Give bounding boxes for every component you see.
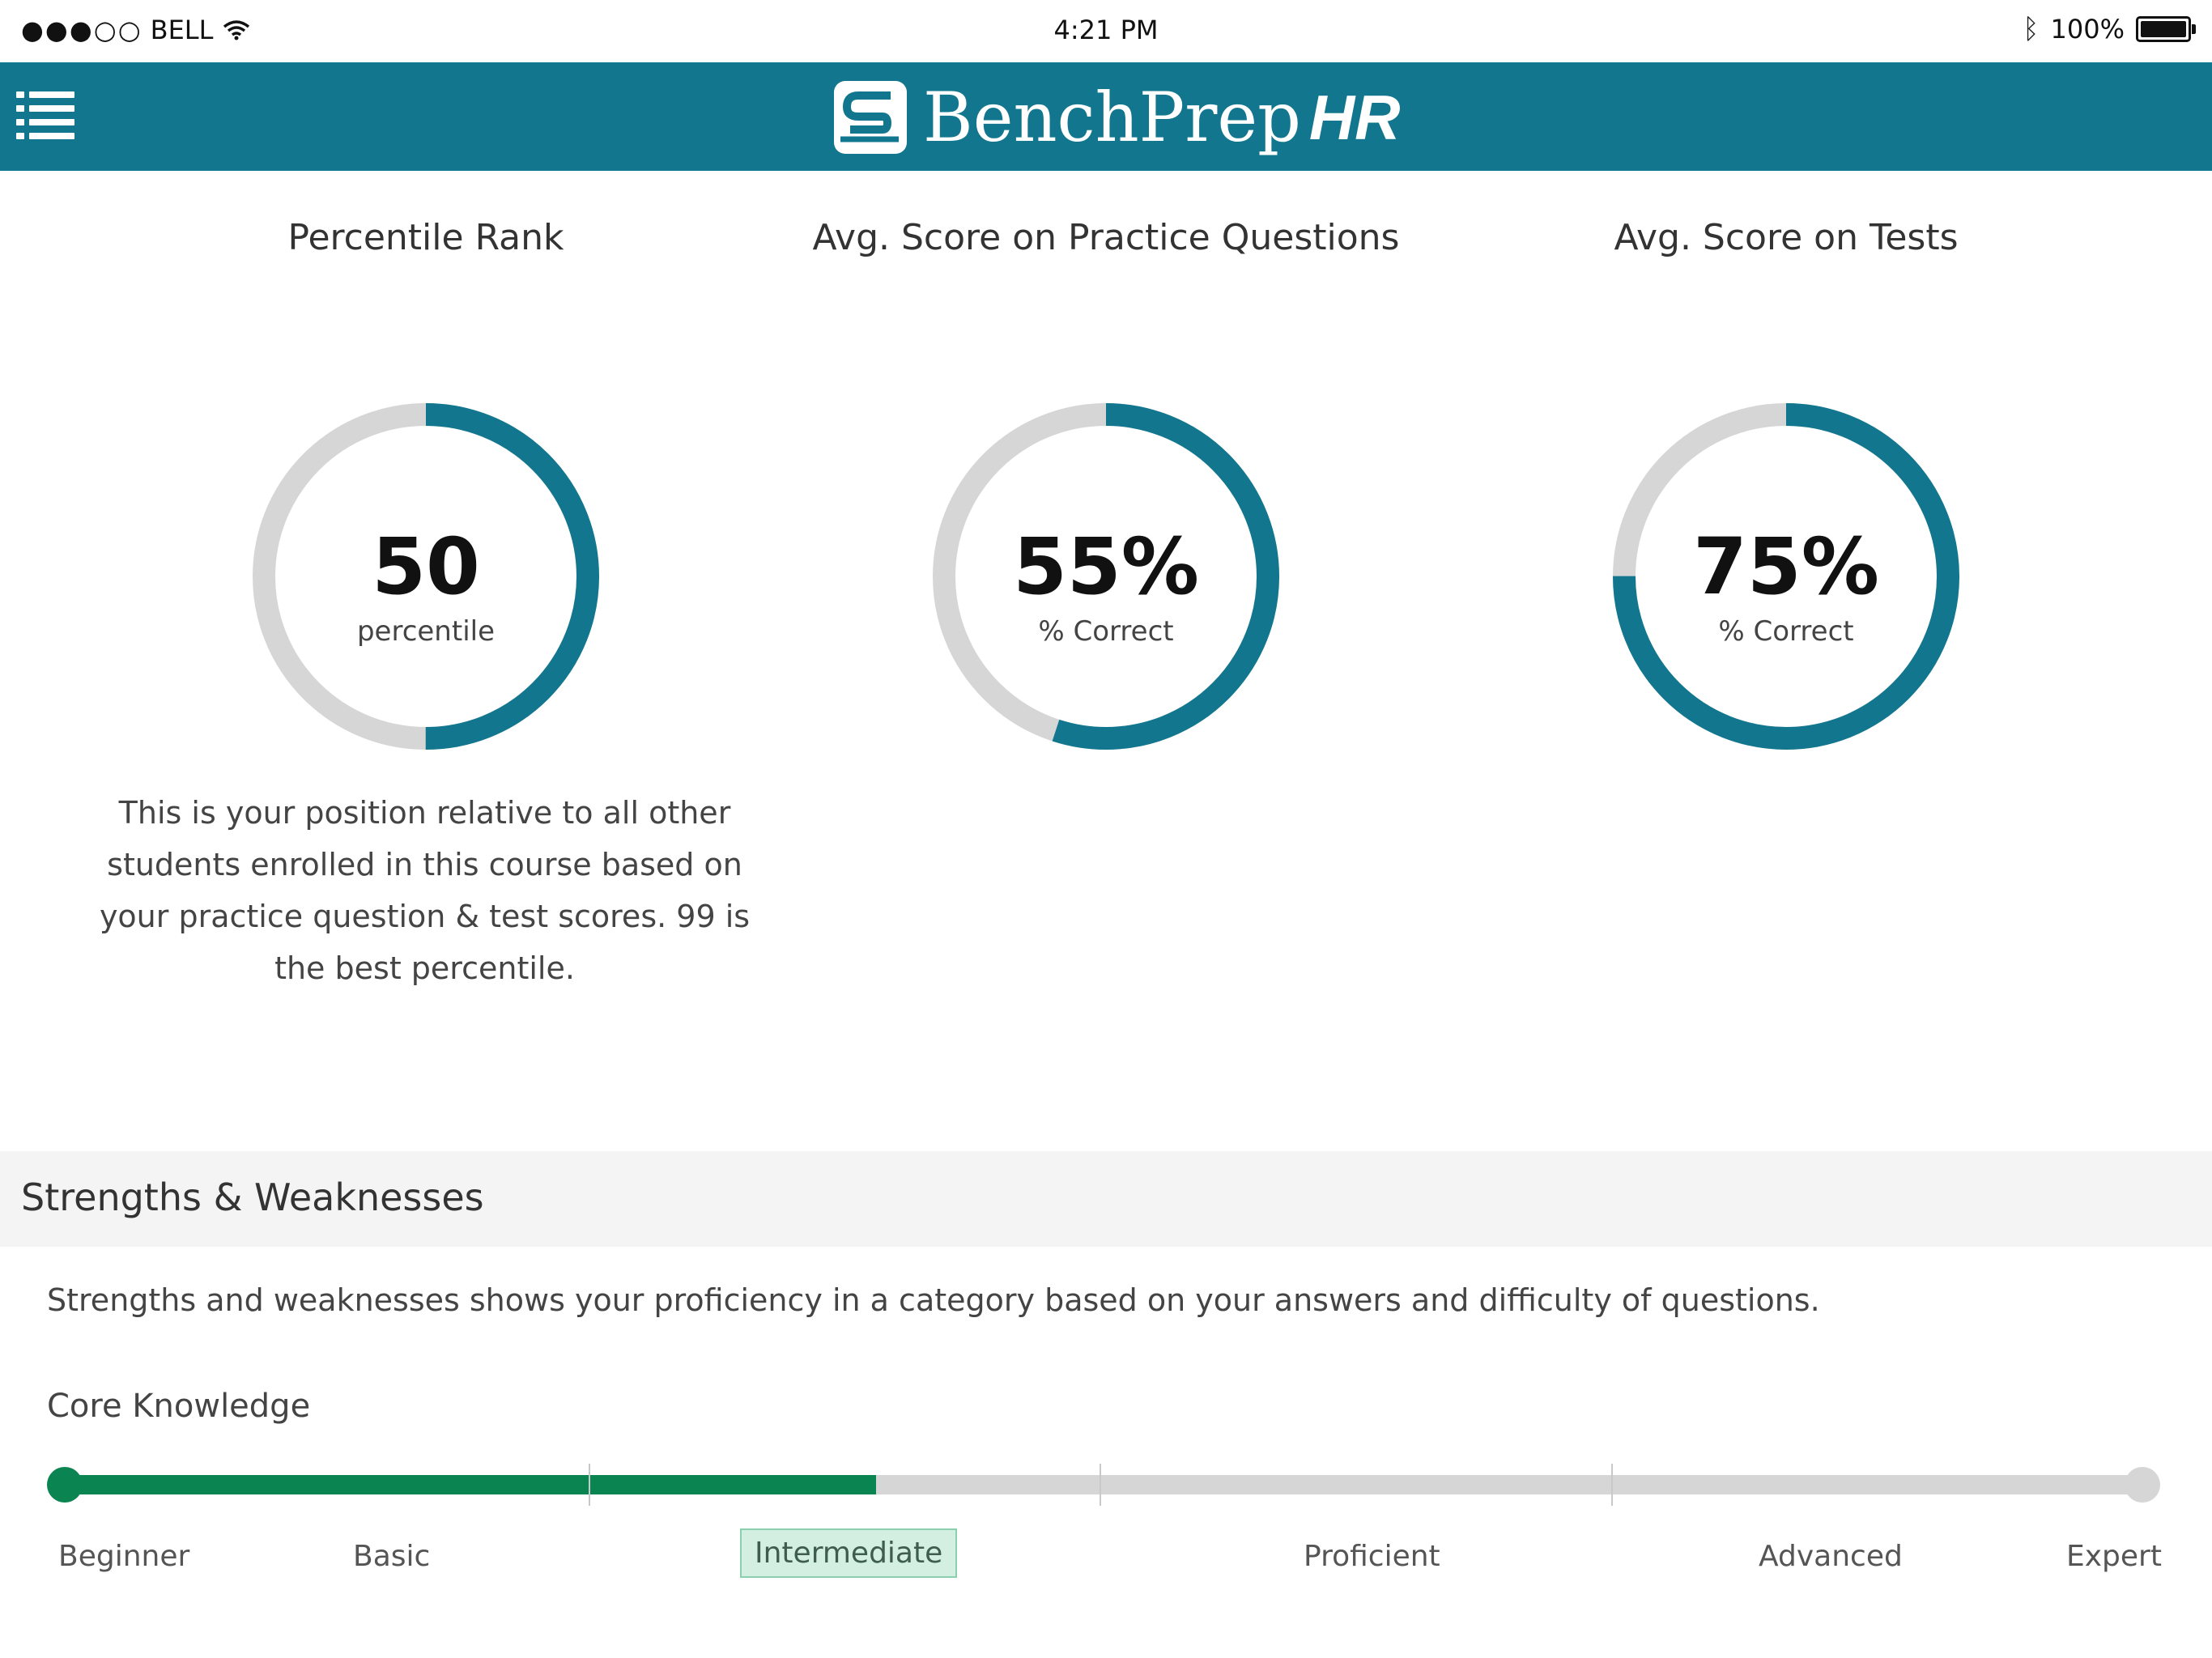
strengths-weaknesses-header: Strengths & Weaknesses [0,1151,2212,1247]
level-intermediate-badge: Intermediate [740,1528,958,1578]
metric-ring-wrap-1: 50 percentile [62,217,790,784]
level-proficient: Proficient [1304,1540,1440,1573]
status-time: 4:21 PM [1053,15,1159,45]
metric-value: 50 [372,521,480,612]
section-title: Strengths & Weaknesses [21,1175,484,1219]
strengths-description: Strengths and weaknesses shows your prof… [47,1282,1820,1318]
level-expert: Expert [2066,1540,2162,1573]
percentile-description: This is your position relative to all ot… [99,795,751,986]
metric-ring-wrap-2: 55% % Correct [742,217,1470,784]
metric-caption: % Correct [1038,615,1174,648]
metric-ring-wrap-3: 75% % Correct [1422,217,2150,784]
category-label: Core Knowledge [47,1388,311,1425]
status-right: ᛒ 100% [2023,13,2196,45]
proficiency-end-dot [2125,1467,2160,1503]
bluetooth-icon: ᛒ [2023,13,2040,45]
level-advanced: Advanced [1759,1540,1903,1573]
list-menu-icon[interactable] [16,91,74,140]
proficiency-track [66,1475,2142,1494]
metric-caption: percentile [356,615,496,648]
proficiency-tick [1100,1464,1101,1506]
metric-value: 75% [1693,521,1879,612]
level-beginner: Beginner [58,1540,190,1573]
proficiency-start-dot [47,1467,83,1503]
brand-logo: BenchPrep HR [834,81,1401,154]
metric-value: 55% [1013,521,1199,612]
status-bar: ●●●○○ BELL 4:21 PM ᛒ 100% [0,0,2212,62]
brand-suffix: HR [1308,81,1401,153]
level-basic: Basic [353,1540,431,1573]
proficiency-fill [66,1475,876,1494]
battery-percent: 100% [2050,14,2125,45]
metric-caption: % Correct [1718,615,1854,648]
app-header: BenchPrep HR [0,62,2212,171]
brand-name: BenchPrep [923,78,1301,157]
proficiency-tick [1611,1464,1613,1506]
benchprep-logo-icon [834,81,907,154]
proficiency-tick [589,1464,590,1506]
battery-icon [2136,16,2196,42]
